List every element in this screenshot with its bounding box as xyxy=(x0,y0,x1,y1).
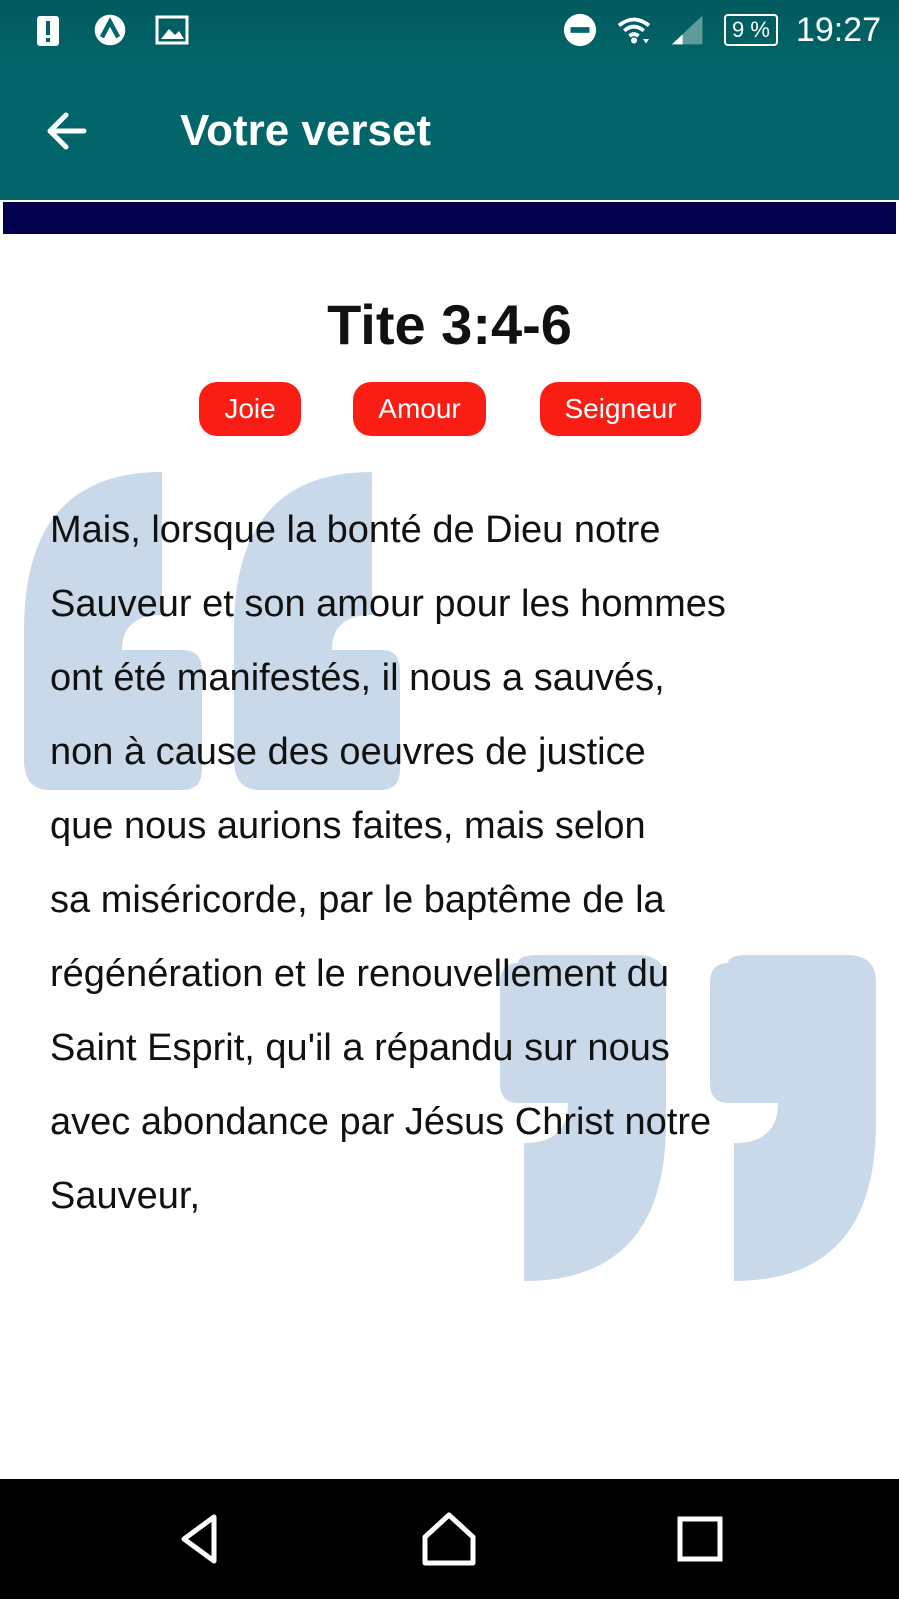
do-not-disturb-icon xyxy=(562,10,598,50)
image-icon xyxy=(154,10,190,50)
page-title: Votre verset xyxy=(180,106,432,155)
navigation-bar xyxy=(0,1479,899,1599)
nav-recents-button[interactable] xyxy=(670,1509,730,1569)
verse-text: Mais, lorsque la bonté de Dieu notre Sau… xyxy=(50,493,880,1233)
back-triangle-icon xyxy=(181,1514,217,1564)
verse-line: Sauveur, xyxy=(50,1175,200,1217)
battery-indicator: 9 % xyxy=(723,14,778,46)
tag-amour[interactable]: Amour xyxy=(353,382,486,436)
status-bar: 9 % 19:27 xyxy=(0,0,899,64)
home-icon xyxy=(422,1512,476,1566)
verse-line: sa miséricorde, par le baptême de la xyxy=(50,879,665,921)
verse-line: Mais, lorsque la bonté de Dieu notre xyxy=(50,509,661,551)
wifi-icon xyxy=(616,10,652,50)
tag-seigneur[interactable]: Seigneur xyxy=(540,382,701,436)
verse-line: ont été manifestés, il nous a sauvés, xyxy=(50,657,665,699)
recents-icon xyxy=(677,1516,723,1562)
status-right-icons: 9 % 19:27 xyxy=(562,10,881,50)
accent-strip xyxy=(3,202,896,234)
back-button[interactable] xyxy=(40,106,98,156)
nav-back-button[interactable] xyxy=(172,1509,232,1569)
tag-list: Joie Amour Seigneur xyxy=(0,382,899,436)
clock: 19:27 xyxy=(795,10,881,49)
arrow-left-icon xyxy=(47,112,87,150)
verse-line: non à cause des oeuvres de justice xyxy=(50,731,646,773)
verse-line: régénération et le renouvellement du xyxy=(50,953,669,995)
nav-home-button[interactable] xyxy=(419,1509,479,1569)
verse-line: Sauveur et son amour pour les hommes xyxy=(50,583,726,625)
verse-line: Saint Esprit, qu'il a répandu sur nous xyxy=(50,1027,670,1069)
status-left-icons xyxy=(30,10,190,50)
verse-reference: Tite 3:4-6 xyxy=(327,293,572,356)
launcher-icon xyxy=(92,10,128,50)
tag-joie[interactable]: Joie xyxy=(199,382,301,436)
signal-icon xyxy=(670,10,706,50)
verse-line: que nous aurions faites, mais selon xyxy=(50,805,646,847)
alert-icon xyxy=(30,10,66,50)
app-bar: Votre verset xyxy=(0,64,899,200)
verse-line: avec abondance par Jésus Christ notre xyxy=(50,1101,712,1143)
